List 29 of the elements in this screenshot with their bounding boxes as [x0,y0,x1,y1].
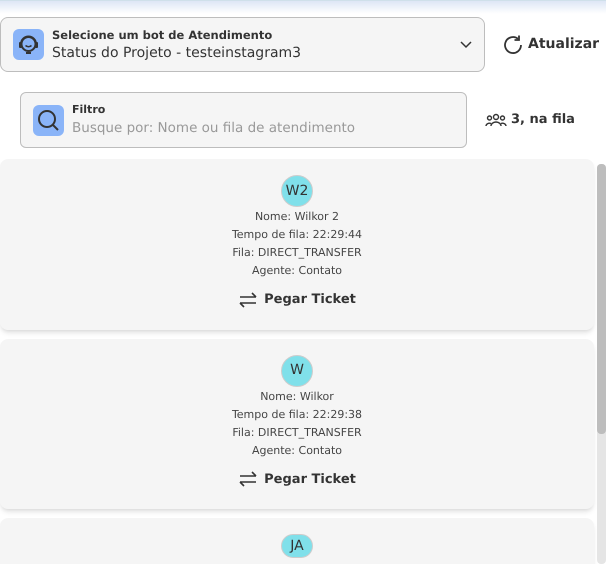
take-ticket-button[interactable]: Pegar Ticket [238,290,356,310]
field-label: Selecione um bot de Atendimento [52,26,274,42]
field-label: Filtro [72,102,106,118]
ticket-detail: Fila: DIRECT_TRANSFER [232,424,362,441]
swap-arrows-icon [238,471,258,488]
swap-arrows-icon [238,292,258,308]
take-ticket-button[interactable]: Pegar Ticket [238,470,356,489]
ticket-detail: Nome: Wilkor 2 [254,209,340,225]
refresh-icon [502,34,524,56]
bot-select[interactable]: Selecione um bot de Atendimento Status do Projeto - testeinstagram3 [0,17,485,72]
ticket-detail: Tempo de fila: 22:29:44 [232,227,362,243]
avatar: W2 [281,175,313,207]
avatar: JA [281,534,313,558]
people-group-icon [485,113,507,127]
queue-count: 3, na fila [511,111,575,130]
ticket-detail: Tempo de fila: 22:29:38 [232,406,362,422]
refresh-button[interactable]: Atualizar [502,34,600,56]
search-field[interactable]: Busque por: Nome ou fila de atendimento [72,118,466,138]
ticket-detail: Nome: Wilkor [260,388,334,404]
ticket-detail: Fila: DIRECT_TRANSFER [232,245,362,261]
headset-icon [13,29,44,60]
filter-field[interactable]: Filtro Busque por: Nome ou fila de atendimento [20,92,467,148]
avatar: W [281,354,313,386]
scrollbar-thumb[interactable] [597,164,606,434]
ticket-detail: Agente: Contato [252,442,342,458]
chevron-down-icon [460,40,472,48]
search-icon [33,104,64,136]
ticket-detail: Agente: Contato [252,263,342,279]
select-value: Status do Projeto - testeinstagram3 [52,44,302,62]
